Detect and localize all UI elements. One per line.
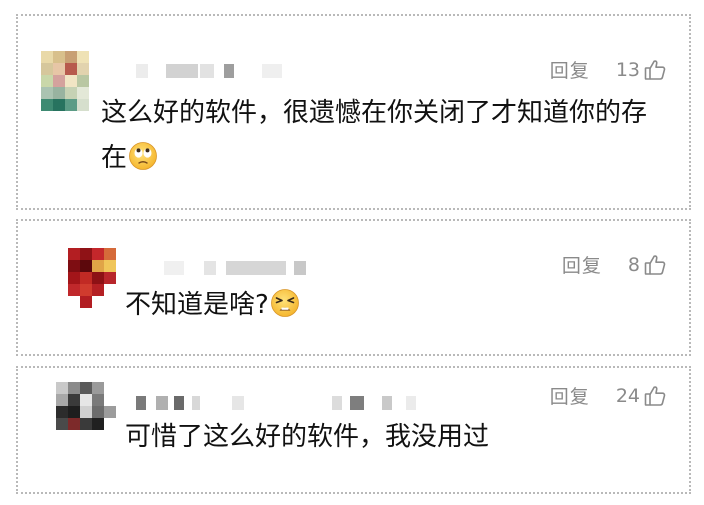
thumbs-up-icon <box>644 385 666 406</box>
thumbs-up-icon <box>644 254 666 275</box>
comment-card: 回复 24 可惜了这么好的软件，我没用过 <box>16 366 691 494</box>
tired-face-emoji-icon <box>270 289 299 317</box>
reply-button[interactable]: 回复 <box>562 251 602 278</box>
like-button[interactable]: 8 <box>628 253 667 277</box>
avatar[interactable] <box>56 382 116 430</box>
comment-card: 回复 13 这么好的软件，很遗憾在你关闭了才知道你的存在 <box>16 14 691 210</box>
comment-text: 可惜了这么好的软件，我没用过 <box>125 422 490 452</box>
comment-text: 这么好的软件，很遗憾在你关闭了才知道你的存在 <box>101 98 648 173</box>
reply-button[interactable]: 回复 <box>550 56 590 83</box>
like-count: 13 <box>615 58 640 81</box>
avatar[interactable] <box>68 248 116 308</box>
thumbs-up-icon <box>644 59 666 80</box>
comment-text: 不知道是啥? <box>125 283 645 328</box>
like-button[interactable]: 24 <box>616 384 667 408</box>
username-blurred[interactable] <box>164 261 324 277</box>
avatar[interactable] <box>41 51 89 111</box>
face-with-rolling-eyes-emoji-icon <box>129 142 157 170</box>
username-blurred[interactable] <box>136 64 296 80</box>
like-button[interactable]: 13 <box>616 58 667 82</box>
like-count: 24 <box>615 384 640 407</box>
like-count: 8 <box>627 253 640 276</box>
username-blurred[interactable] <box>136 396 436 412</box>
reply-button[interactable]: 回复 <box>550 382 590 409</box>
comment-card: 回复 8 不知道是啥? <box>16 219 691 356</box>
